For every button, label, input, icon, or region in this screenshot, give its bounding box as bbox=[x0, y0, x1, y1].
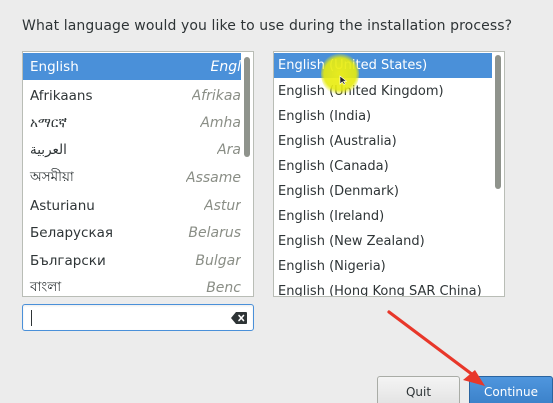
language-translated-name: Amha bbox=[200, 114, 241, 131]
quit-button[interactable]: Quit bbox=[377, 376, 460, 403]
language-translated-name: Bulgar bbox=[195, 252, 241, 269]
language-native-name: English bbox=[30, 58, 79, 75]
language-item-bulgarian[interactable]: Български Bulgar bbox=[23, 247, 241, 274]
language-native-name: অসমীয়া bbox=[30, 169, 74, 185]
language-item-arabic[interactable]: العربية Ara bbox=[23, 136, 241, 163]
language-translated-name: Assame bbox=[186, 169, 241, 186]
language-translated-name: Afrikaa bbox=[191, 87, 241, 104]
locale-item-canada[interactable]: English (Canada) bbox=[274, 154, 492, 179]
language-list-scrollbar[interactable] bbox=[244, 57, 250, 157]
language-translated-name: Engl bbox=[210, 58, 242, 75]
continue-button[interactable]: Continue bbox=[469, 376, 553, 403]
language-item-bengali[interactable]: বাংলা Benc bbox=[23, 274, 241, 296]
text-cursor bbox=[31, 310, 32, 326]
backspace-icon[interactable] bbox=[231, 312, 247, 324]
locale-item-ireland[interactable]: English (Ireland) bbox=[274, 204, 492, 229]
locale-item-hong-kong[interactable]: English (Hong Kong SAR China) bbox=[274, 279, 492, 296]
locale-item-denmark[interactable]: English (Denmark) bbox=[274, 179, 492, 204]
language-translated-name: Ara bbox=[217, 141, 241, 158]
locale-item-united-states[interactable]: English (United States) bbox=[274, 53, 492, 78]
language-list[interactable]: English Engl Afrikaans Afrikaa አማርኛ Amha… bbox=[22, 51, 254, 297]
language-item-assamese[interactable]: অসমীয়া Assame bbox=[23, 164, 241, 191]
locale-list[interactable]: English (United States) English (United … bbox=[273, 51, 505, 297]
language-translated-name: Benc bbox=[206, 279, 241, 296]
language-item-belarusian[interactable]: Беларуская Belarus bbox=[23, 219, 241, 246]
locale-item-india[interactable]: English (India) bbox=[274, 104, 492, 129]
language-native-name: Asturianu bbox=[30, 197, 95, 214]
locale-item-nigeria[interactable]: English (Nigeria) bbox=[274, 254, 492, 279]
language-item-amharic[interactable]: አማርኛ Amha bbox=[23, 109, 241, 136]
language-item-asturian[interactable]: Asturianu Astur bbox=[23, 192, 241, 219]
language-native-name: العربية bbox=[30, 141, 67, 158]
locale-item-australia[interactable]: English (Australia) bbox=[274, 129, 492, 154]
language-item-english[interactable]: English Engl bbox=[23, 53, 241, 80]
locale-item-united-kingdom[interactable]: English (United Kingdom) bbox=[274, 79, 492, 104]
language-search-input[interactable] bbox=[29, 308, 219, 327]
language-translated-name: Astur bbox=[204, 197, 241, 214]
language-selection-screen: What language would you like to use duri… bbox=[0, 0, 553, 403]
language-native-name: Български bbox=[30, 252, 106, 269]
language-native-name: বাংলা bbox=[30, 279, 62, 295]
language-search-box[interactable] bbox=[22, 304, 254, 331]
language-native-name: Беларуская bbox=[30, 224, 113, 241]
locale-list-scrollbar[interactable] bbox=[495, 55, 501, 189]
language-item-afrikaans[interactable]: Afrikaans Afrikaa bbox=[23, 82, 241, 109]
language-native-name: Afrikaans bbox=[30, 87, 93, 104]
language-native-name: አማርኛ bbox=[30, 114, 67, 131]
locale-item-new-zealand[interactable]: English (New Zealand) bbox=[274, 229, 492, 254]
language-prompt: What language would you like to use duri… bbox=[22, 18, 513, 34]
language-translated-name: Belarus bbox=[188, 224, 241, 241]
